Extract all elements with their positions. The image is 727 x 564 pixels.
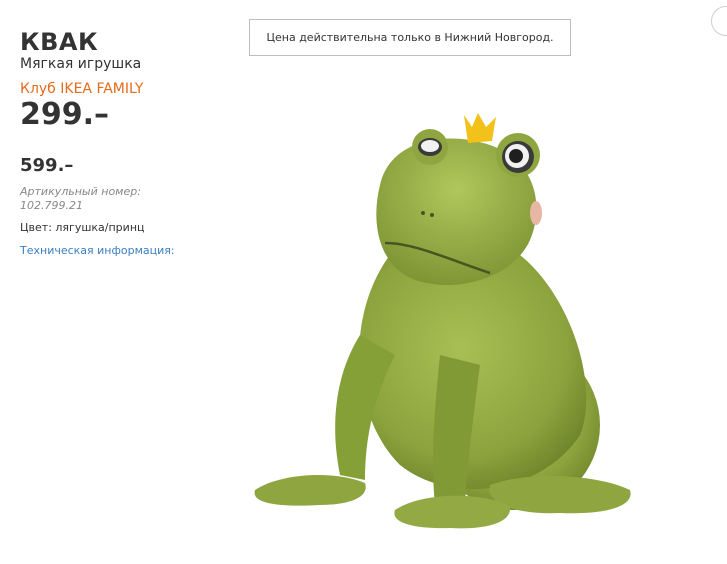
article-number: Артикульный номер: 102.799.21 (20, 185, 141, 212)
corner-circle (711, 6, 727, 36)
regular-price: 599.– (20, 155, 74, 176)
family-price: 299.– (20, 97, 110, 132)
family-label[interactable]: Клуб IKEA FAMILY (20, 81, 143, 97)
color-label: Цвет: лягушка/принц (20, 221, 145, 234)
price-notice: Цена действительна только в Нижний Новго… (249, 19, 571, 56)
product-type: Мягкая игрушка (20, 56, 142, 72)
product-image (254, 113, 631, 529)
tech-info-link[interactable]: Техническая информация: (20, 244, 175, 257)
product-name: КВАК (20, 28, 99, 56)
